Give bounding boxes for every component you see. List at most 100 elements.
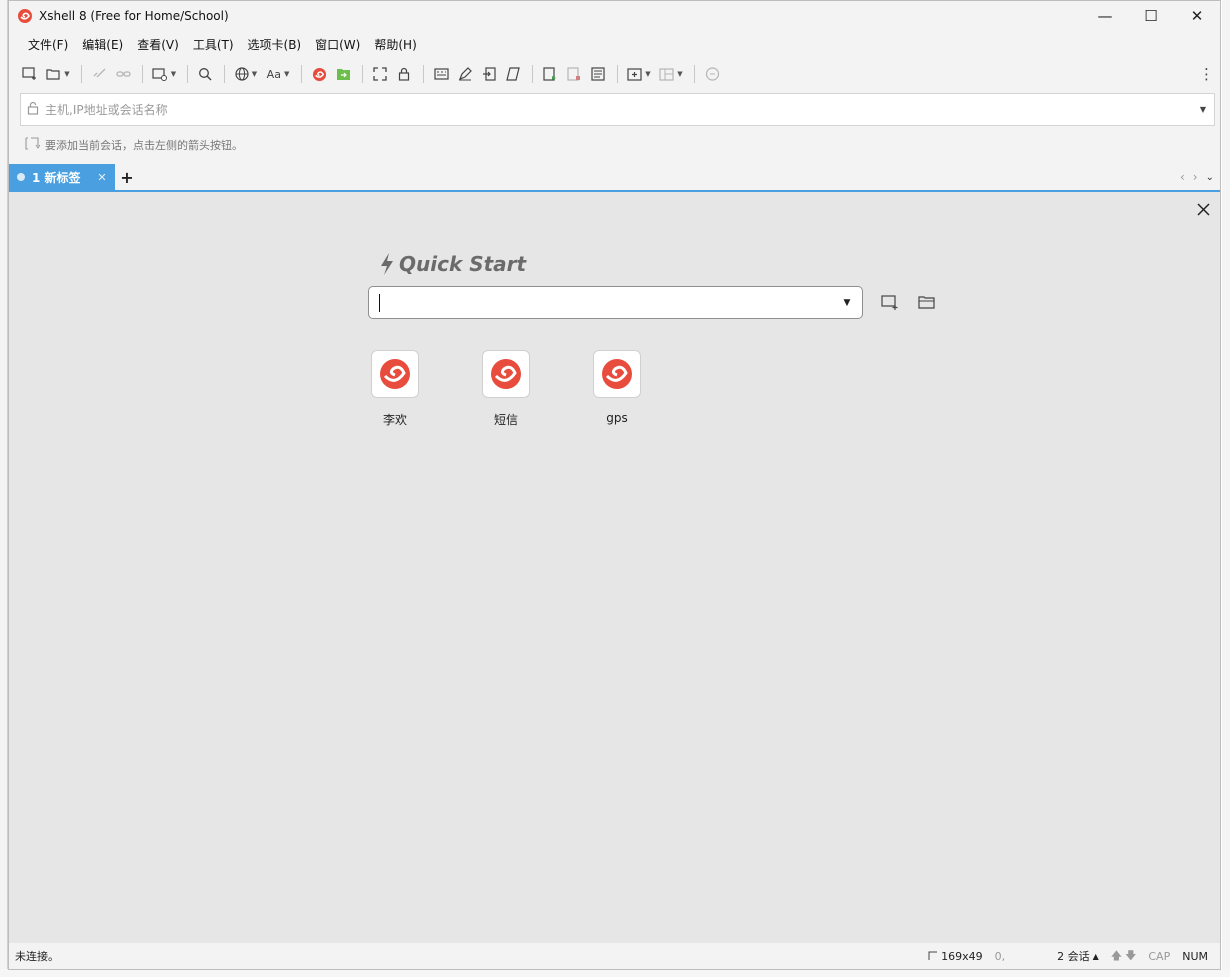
session-tile[interactable] [482,350,530,398]
menu-edit[interactable]: 编辑(E) [75,36,130,53]
open-session-button[interactable]: ▼ [43,63,73,85]
layout-icon [659,67,674,81]
unlink-icon [93,68,105,78]
cursor-position-value: 0, [994,949,1006,963]
title-bar: Xshell 8 (Free for Home/School) — ☐ ✕ [9,1,1220,31]
resize-icon [928,951,938,960]
tab-list-dropdown-icon[interactable]: ⌄ [1206,172,1214,183]
lock-icon[interactable] [27,101,39,118]
encoding-button[interactable]: ▼ [231,63,261,85]
toolbar-divider [694,65,695,83]
session-tile[interactable] [371,350,419,398]
scroll-arrows: 🡅 🡇 [1111,947,1137,966]
add-tab-icon [627,67,642,81]
lock-icon [398,67,410,81]
maximize-button[interactable]: ☐ [1128,1,1174,31]
font-button[interactable]: Aa ▼ [263,63,293,85]
tab-bar: 1 新标签 ✕ + ‹ › ⌄ [9,164,1220,192]
quick-start-title: Quick Start [379,252,526,276]
session-label: gps [606,411,628,425]
toolbar: ▼ ▼ ▼ Aa ▼ ▼ ▼ ⋮ [9,57,1220,91]
notes-button[interactable] [587,63,609,85]
quick-start-panel: Quick Start ▼ 李欢 短信 gps [9,192,1220,943]
log-stop-button[interactable] [563,63,585,85]
chevron-down-icon: ▼ [645,70,651,78]
desktop-background-bottom [0,969,1230,977]
fullscreen-button[interactable] [369,63,391,85]
quick-new-session-button[interactable] [879,292,901,312]
disconnect-button[interactable] [88,63,110,85]
toolbar-divider [224,65,225,83]
tab-label: 1 新标签 [32,170,81,185]
minimize-button[interactable]: — [1082,1,1128,31]
find-button[interactable] [194,63,216,85]
folder-icon [46,69,60,80]
menu-tab[interactable]: 选项卡(B) [241,36,309,53]
menu-tools[interactable]: 工具(T) [186,36,241,53]
chevron-left-icon[interactable]: ‹ [1180,170,1185,184]
chevron-up-icon: ▲ [1092,951,1099,961]
session-item[interactable]: gps [592,350,642,425]
menu-file[interactable]: 文件(F) [21,36,75,53]
arrow-down-icon[interactable]: 🡇 [1125,947,1136,966]
quick-start-title-text: Quick Start [399,252,527,276]
xshell-session-icon [491,359,521,389]
script-button[interactable] [502,63,524,85]
menu-help[interactable]: 帮助(H) [367,36,423,53]
desktop-background-right [1222,0,1230,977]
chat-icon [705,67,719,81]
reconnect-button[interactable] [112,63,134,85]
quick-start-dropdown-icon[interactable]: ▼ [832,298,862,308]
chat-button[interactable] [701,63,723,85]
quick-open-session-button[interactable] [916,292,938,312]
keyboard-button[interactable] [430,63,452,85]
chevron-right-icon[interactable]: › [1193,170,1198,184]
window-settings-icon [152,67,167,81]
add-session-arrow-icon[interactable] [25,137,41,153]
lock-button[interactable] [393,63,415,85]
toolbar-divider [423,65,424,83]
toolbar-divider [301,65,302,83]
arrow-up-icon[interactable]: 🡅 [1111,947,1122,966]
address-dropdown-icon[interactable]: ▼ [1192,105,1214,114]
xshell-window: Xshell 8 (Free for Home/School) — ☐ ✕ 文件… [8,0,1221,970]
session-item[interactable]: 短信 [481,350,531,428]
session-count[interactable]: 2 会话 ▲ [1057,948,1099,964]
close-quick-start-button[interactable] [1197,200,1210,221]
chevron-down-icon: ▼ [251,70,258,78]
xshell-button[interactable] [308,63,330,85]
layout-button[interactable]: ▼ [656,63,686,85]
close-icon: ✕ [1190,7,1204,25]
new-session-icon [881,294,898,310]
tab-new[interactable]: 1 新标签 ✕ [9,164,115,190]
host-address-input[interactable] [45,102,1192,117]
transfer-button[interactable] [478,63,500,85]
menu-view[interactable]: 查看(V) [130,36,186,53]
cursor-position: 0, [995,950,1006,963]
quick-start-input[interactable] [380,295,832,310]
log-stop-icon [567,67,580,81]
log-icon [543,67,556,81]
session-hint-bar: 要添加当前会话，点击左侧的箭头按钮。 [9,126,1220,164]
menu-window[interactable]: 窗口(W) [308,36,367,53]
folder-icon [918,296,935,309]
search-icon [199,68,212,81]
log-start-button[interactable] [539,63,561,85]
more-options-button[interactable]: ⋮ [1199,65,1214,83]
session-tile[interactable] [593,350,641,398]
pencil-icon [458,67,472,81]
keyboard-icon [433,68,449,80]
chevron-down-icon: ▼ [64,70,70,78]
new-session-button[interactable] [19,63,41,85]
xftp-button[interactable] [332,63,354,85]
minimize-icon: — [1097,7,1113,25]
address-bar: ▼ [20,93,1215,126]
tab-close-icon[interactable]: ✕ [95,171,109,184]
status-bar: 未连接。 169x49 0, 2 会话 ▲ 🡅 🡇 CAP NUM [9,943,1220,969]
session-properties-button[interactable]: ▼ [149,63,179,85]
close-window-button[interactable]: ✕ [1174,1,1220,31]
compose-button[interactable] [454,63,476,85]
new-tab-group-button[interactable]: ▼ [624,63,654,85]
session-item[interactable]: 李欢 [370,350,420,428]
add-tab-button[interactable]: + [115,164,139,190]
